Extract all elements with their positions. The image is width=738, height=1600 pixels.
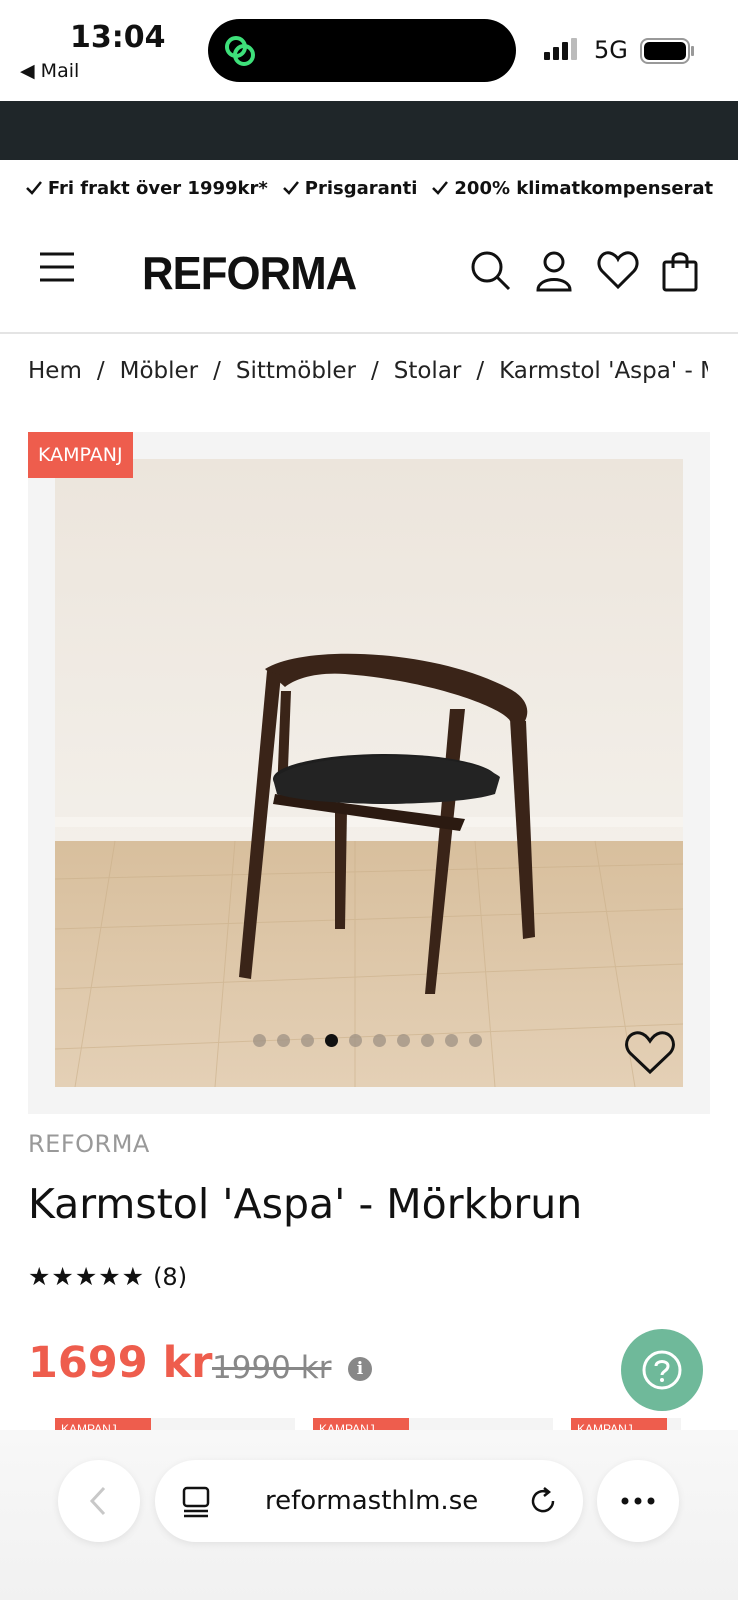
tabs-icon[interactable] [181, 1486, 211, 1518]
back-app-label: Mail [40, 60, 80, 82]
related-product-card[interactable]: KAMPANJ [571, 1418, 681, 1430]
heart-icon[interactable] [597, 250, 639, 290]
product-gallery[interactable]: KAMPANJ [28, 432, 710, 1114]
product-image[interactable] [55, 459, 683, 1087]
breadcrumb-separator: / [96, 358, 105, 384]
check-icon [282, 181, 299, 195]
link-rings-icon [225, 36, 255, 66]
check-icon [25, 181, 42, 195]
related-badge: KAMPANJ [571, 1418, 667, 1430]
usp-item: Fri frakt över 1999kr* [25, 178, 268, 199]
original-price: 1990 kr [212, 1350, 332, 1386]
product-brand[interactable]: REFORMA [28, 1130, 150, 1158]
bag-icon[interactable] [661, 250, 699, 292]
back-triangle-icon: ◀ [20, 60, 35, 82]
carousel-dot[interactable] [397, 1034, 410, 1047]
campaign-badge: KAMPANJ [28, 432, 133, 478]
sale-price: 1699 kr [28, 1338, 213, 1388]
breadcrumb-item[interactable]: Hem [28, 358, 82, 384]
usp-item: Prisgaranti [282, 177, 418, 199]
question-icon [642, 1350, 682, 1390]
wishlist-heart-icon[interactable] [624, 1030, 676, 1076]
account-icon[interactable] [535, 250, 573, 292]
url-text[interactable]: reformasthlm.se [265, 1486, 478, 1516]
carousel-dots [253, 1034, 482, 1047]
top-banner [0, 101, 738, 160]
carousel-dot-active[interactable] [325, 1034, 338, 1047]
site-logo[interactable]: REFORMA [142, 246, 357, 300]
browser-toolbar: reformasthlm.se [0, 1430, 738, 1600]
usp-label: Prisgaranti [304, 177, 418, 199]
product-title: Karmstol 'Aspa' - Mörkbrun [28, 1180, 583, 1228]
breadcrumb-current: Karmstol 'Aspa' - Mörkbrun [499, 358, 708, 384]
breadcrumb-item[interactable]: Möbler [120, 358, 199, 384]
check-icon [432, 181, 449, 195]
status-bar: 13:04 ◀ Mail 5G [0, 0, 738, 100]
signal-icon [544, 38, 577, 60]
chair-photo [55, 459, 683, 1087]
review-count: (8) [153, 1262, 188, 1291]
breadcrumb-separator: / [370, 358, 379, 384]
site-header: REFORMA [0, 216, 738, 334]
related-product-card[interactable]: KAMPANJ [55, 1418, 295, 1430]
battery-icon [640, 38, 694, 64]
carousel-dot[interactable] [445, 1034, 458, 1047]
carousel-dot[interactable] [469, 1034, 482, 1047]
back-to-mail-link[interactable]: ◀ Mail [20, 60, 79, 82]
carousel-dot[interactable] [253, 1034, 266, 1047]
carousel-dot[interactable] [421, 1034, 434, 1047]
more-dots-icon [621, 1497, 655, 1505]
reload-icon[interactable] [527, 1485, 559, 1517]
browser-more-button[interactable] [597, 1460, 679, 1542]
address-bar[interactable]: reformasthlm.se [155, 1460, 583, 1542]
chevron-left-icon [89, 1486, 106, 1516]
carousel-dot[interactable] [301, 1034, 314, 1047]
related-badge: KAMPANJ [55, 1418, 151, 1430]
help-button[interactable] [621, 1329, 703, 1411]
usp-label: Fri frakt över 1999kr* [47, 177, 268, 199]
rating-stars: ★★★★★ [28, 1262, 146, 1291]
breadcrumb-separator: / [213, 358, 221, 384]
breadcrumb-item[interactable]: Stolar [394, 358, 462, 384]
status-time: 13:04 [70, 20, 166, 55]
breadcrumb-separator: / [476, 358, 485, 384]
carousel-dot[interactable] [373, 1034, 386, 1047]
usp-item: 200% klimatkompenserat [431, 178, 713, 199]
breadcrumb: Hem / Möbler / Sittmöbler / Stolar / Karmstol 'A… [28, 358, 708, 384]
breadcrumb-item[interactable]: Sittmöbler [236, 358, 356, 384]
search-icon[interactable] [470, 250, 512, 292]
network-type: 5G [594, 36, 628, 64]
browser-back-button[interactable] [58, 1460, 140, 1542]
dynamic-island [208, 19, 516, 82]
usp-strip: Fri frakt över 1999kr* Prisgaranti 200% … [0, 160, 738, 216]
related-badge: KAMPANJ [313, 1418, 409, 1430]
usp-label: 200% klimatkompenserat [454, 177, 714, 199]
related-product-card[interactable]: KAMPANJ [313, 1418, 553, 1430]
carousel-dot[interactable] [277, 1034, 290, 1047]
menu-icon[interactable] [38, 250, 76, 284]
product-rating[interactable]: ★★★★★ (8) [28, 1262, 187, 1291]
carousel-dot[interactable] [349, 1034, 362, 1047]
price-info-icon[interactable]: i [348, 1357, 372, 1381]
